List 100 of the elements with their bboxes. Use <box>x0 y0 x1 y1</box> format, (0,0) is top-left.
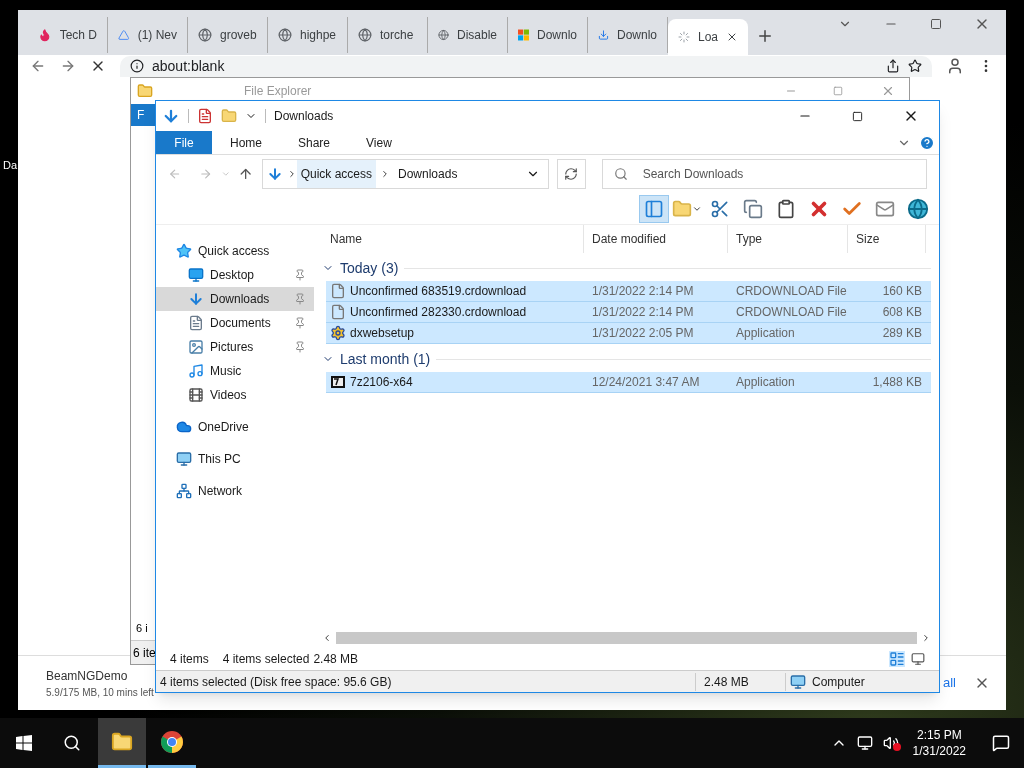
table-cell-text: 289 KB <box>881 325 922 342</box>
download-item[interactable]: BeamNGDemo 5.9/175 MB, 10 mins left <box>34 666 152 700</box>
folder-icon <box>137 83 153 99</box>
new-tab-icon[interactable] <box>756 27 774 45</box>
scroll-right-icon[interactable] <box>921 633 931 643</box>
ribbon-tab[interactable]: View <box>348 131 410 154</box>
breadcrumb[interactable]: Downloads <box>394 160 462 188</box>
globe-icon <box>198 28 212 42</box>
volume-muted-icon[interactable] <box>882 735 899 751</box>
globe-icon <box>907 197 929 220</box>
nav-item[interactable]: This PC <box>156 447 314 471</box>
maximize-icon[interactable] <box>852 110 863 122</box>
details-location: Computer <box>812 673 865 691</box>
nav-item[interactable]: Desktop <box>156 263 314 287</box>
browser-tab[interactable]: (1) Nev <box>108 17 188 53</box>
browser-tab[interactable]: Downlo <box>508 17 588 53</box>
bookmark-star-icon[interactable] <box>908 59 922 73</box>
nav-item[interactable]: Network <box>156 479 314 503</box>
horizontal-scrollbar[interactable] <box>322 630 931 646</box>
search-icon <box>613 167 628 181</box>
start-icon[interactable] <box>16 735 32 751</box>
pin-icon <box>294 293 306 305</box>
computer-icon <box>176 451 192 467</box>
nav-item[interactable]: Downloads <box>156 287 314 311</box>
show-all-button[interactable]: all <box>943 673 956 693</box>
table-cell-text: 1/31/2022 2:14 PM <box>591 304 695 321</box>
film-icon <box>188 387 204 403</box>
selection-count: 4 items selected <box>222 651 310 668</box>
nav-item[interactable]: Documents <box>156 311 314 335</box>
taskbar-app[interactable] <box>98 718 146 768</box>
window-title: Downloads <box>274 108 334 125</box>
browser-tab[interactable]: highpe <box>268 17 348 53</box>
star-icon <box>176 243 192 259</box>
browser-logo-icon <box>160 729 184 754</box>
desktop-icon-label[interactable]: Da <box>3 157 18 174</box>
file-row[interactable]: dxwebsetup 1/31/2022 2:05 PM Application 289 KB <box>326 323 931 344</box>
properties-icon[interactable] <box>197 108 213 124</box>
search-field[interactable]: Search Downloads <box>601 159 927 189</box>
folder-icon <box>111 730 133 753</box>
details-summary: 4 items selected (Disk free space: 95.6 GB) <box>156 672 696 691</box>
music-note-icon <box>188 363 204 379</box>
copy-icon <box>743 198 763 219</box>
download-icon <box>598 28 609 42</box>
clock[interactable]: 2:15 PM 1/31/2022 <box>912 727 966 759</box>
address-bar[interactable]: Quick access Downloads <box>261 159 549 189</box>
globe-icon <box>358 28 372 42</box>
browser-tab[interactable]: Loa <box>668 19 748 55</box>
breadcrumb[interactable]: Quick access <box>296 160 376 188</box>
toolbar-button[interactable] <box>639 194 669 223</box>
file-row[interactable]: Unconfirmed 282330.crdownload 1/31/2022 2:14 PM CRDOWNLOAD File 608 KB <box>326 302 931 323</box>
table-cell-text: 160 KB <box>881 283 922 300</box>
file-row[interactable]: 7z2106-x64 12/24/2021 3:47 AM Application 1,488 KB <box>326 372 931 393</box>
browser-tab[interactable]: Tech D <box>28 17 108 53</box>
folder-properties-icon <box>672 198 692 219</box>
nav-item[interactable]: Pictures <box>156 335 314 359</box>
computer-icon <box>790 673 806 690</box>
refresh-icon[interactable] <box>564 167 579 181</box>
nav-item[interactable]: Music <box>156 359 314 383</box>
up-icon[interactable] <box>238 166 254 182</box>
details-view-icon[interactable] <box>889 651 905 667</box>
maximize-icon[interactable] <box>930 18 942 30</box>
selection-size: 2.48 MB <box>313 651 359 668</box>
nav-item[interactable]: Quick access <box>156 239 314 263</box>
back-icon[interactable] <box>30 58 46 74</box>
table-cell-text: 1,488 KB <box>871 374 922 391</box>
nav-item[interactable]: OneDrive <box>156 415 314 439</box>
file-icon <box>330 304 346 320</box>
large-icons-view-icon[interactable] <box>911 652 925 666</box>
info-icon <box>130 59 144 73</box>
column-header[interactable]: Date modified <box>584 225 728 253</box>
ribbon-tab[interactable]: Share <box>280 131 349 154</box>
scissors-icon <box>710 198 730 219</box>
triangle-icon <box>118 28 130 42</box>
file-name: Unconfirmed 282330.crdownload <box>350 304 527 321</box>
column-header[interactable]: Size <box>848 225 926 253</box>
browser-tab[interactable]: torche <box>348 17 428 53</box>
address-bar[interactable]: about:blank <box>120 55 932 77</box>
profile-icon[interactable] <box>946 57 964 75</box>
details-size: 2.48 MB <box>696 672 786 691</box>
ribbon-tab[interactable]: F <box>131 104 156 126</box>
file-row[interactable]: Unconfirmed 683519.crdownload 1/31/2022 2:14 PM CRDOWNLOAD File 160 KB <box>326 281 931 302</box>
scroll-left-icon[interactable] <box>322 633 332 643</box>
browser-tab[interactable]: groveb <box>188 17 268 53</box>
share-icon[interactable] <box>886 59 900 73</box>
download-icon <box>162 107 180 125</box>
search-icon[interactable] <box>63 734 81 752</box>
column-header[interactable]: Type <box>728 225 848 253</box>
file-name: Unconfirmed 683519.crdownload <box>350 283 527 300</box>
ribbon-tab[interactable]: Home <box>212 131 280 154</box>
notifications-icon[interactable] <box>992 734 1010 752</box>
forward-icon[interactable] <box>60 58 76 74</box>
network-status-icon[interactable] <box>856 735 873 751</box>
ribbon-tab[interactable]: File <box>156 131 212 154</box>
column-header[interactable]: Name <box>322 225 584 253</box>
group-header: Last month (1) <box>340 349 431 369</box>
globe-icon <box>438 28 449 42</box>
browser-tab[interactable]: Disable <box>428 17 508 53</box>
help-icon[interactable] <box>919 134 935 151</box>
nav-item[interactable]: Videos <box>156 383 314 407</box>
separator-icon <box>380 169 390 179</box>
